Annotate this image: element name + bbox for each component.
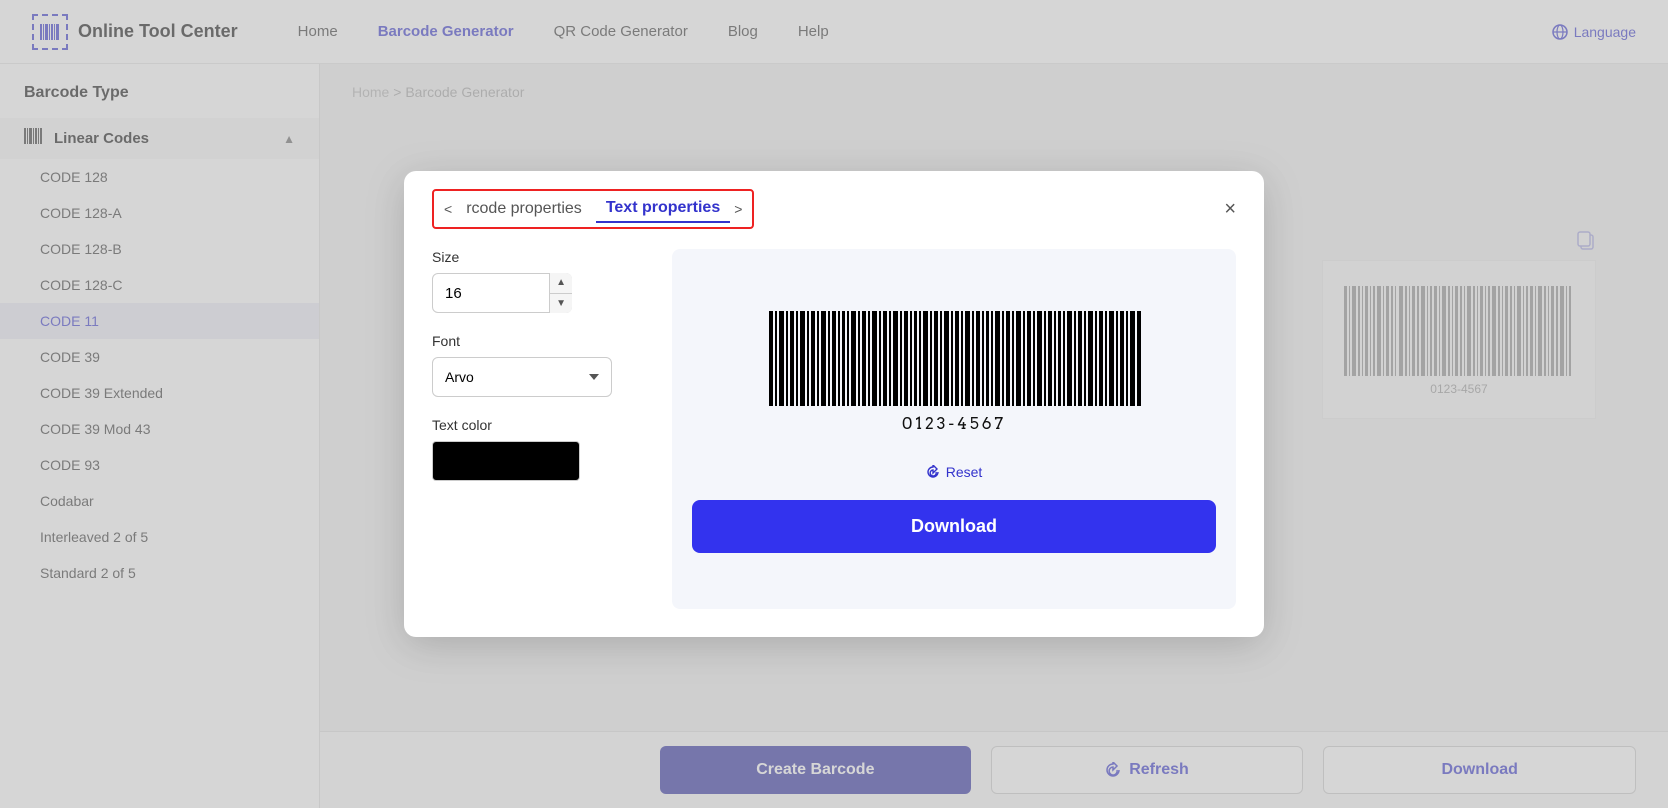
modal-download-button[interactable]: Download (692, 500, 1216, 553)
tab-text-properties[interactable]: Text properties (596, 195, 730, 223)
barcode-preview-area: 0123-4567 (692, 309, 1216, 444)
text-properties-modal: < rcode properties Text properties > × S… (404, 171, 1264, 637)
color-field-group: Text color (432, 417, 648, 481)
size-increment-button[interactable]: ▲ (550, 273, 572, 294)
svg-text:0123-4567: 0123-4567 (902, 414, 1006, 433)
text-color-swatch[interactable] (432, 441, 580, 481)
barcode-modal-svg: 0123-4567 (764, 309, 1144, 439)
modal-tabs: < rcode properties Text properties > (432, 189, 754, 229)
modal-right-panel: 0123-4567 Reset Download (672, 249, 1236, 609)
modal-close-button[interactable]: × (1224, 198, 1236, 221)
font-label: Font (432, 333, 648, 349)
tab-next-arrow[interactable]: > (734, 201, 742, 217)
tab-barcode-properties[interactable]: rcode properties (456, 196, 592, 222)
reset-button[interactable]: Reset (926, 464, 983, 480)
modal-body: Size ▲ ▼ Font Arvo Arial Times New Roman… (404, 229, 1264, 637)
font-select[interactable]: Arvo Arial Times New Roman Courier Verda… (432, 357, 612, 397)
font-field-group: Font Arvo Arial Times New Roman Courier … (432, 333, 648, 397)
color-label: Text color (432, 417, 648, 433)
size-input-wrap: ▲ ▼ (432, 273, 572, 313)
tab-text-label: Text properties (606, 199, 720, 217)
size-label: Size (432, 249, 648, 265)
size-field-group: Size ▲ ▼ (432, 249, 648, 313)
barcode-container: 0123-4567 (764, 309, 1144, 444)
modal-left-panel: Size ▲ ▼ Font Arvo Arial Times New Roman… (432, 249, 672, 609)
size-decrement-button[interactable]: ▼ (550, 294, 572, 314)
reset-label: Reset (946, 464, 983, 480)
tab-prev-arrow[interactable]: < (444, 201, 452, 217)
size-spin-buttons: ▲ ▼ (549, 273, 572, 313)
modal-header: < rcode properties Text properties > × (404, 171, 1264, 229)
tab-barcode-label: rcode properties (466, 200, 582, 218)
